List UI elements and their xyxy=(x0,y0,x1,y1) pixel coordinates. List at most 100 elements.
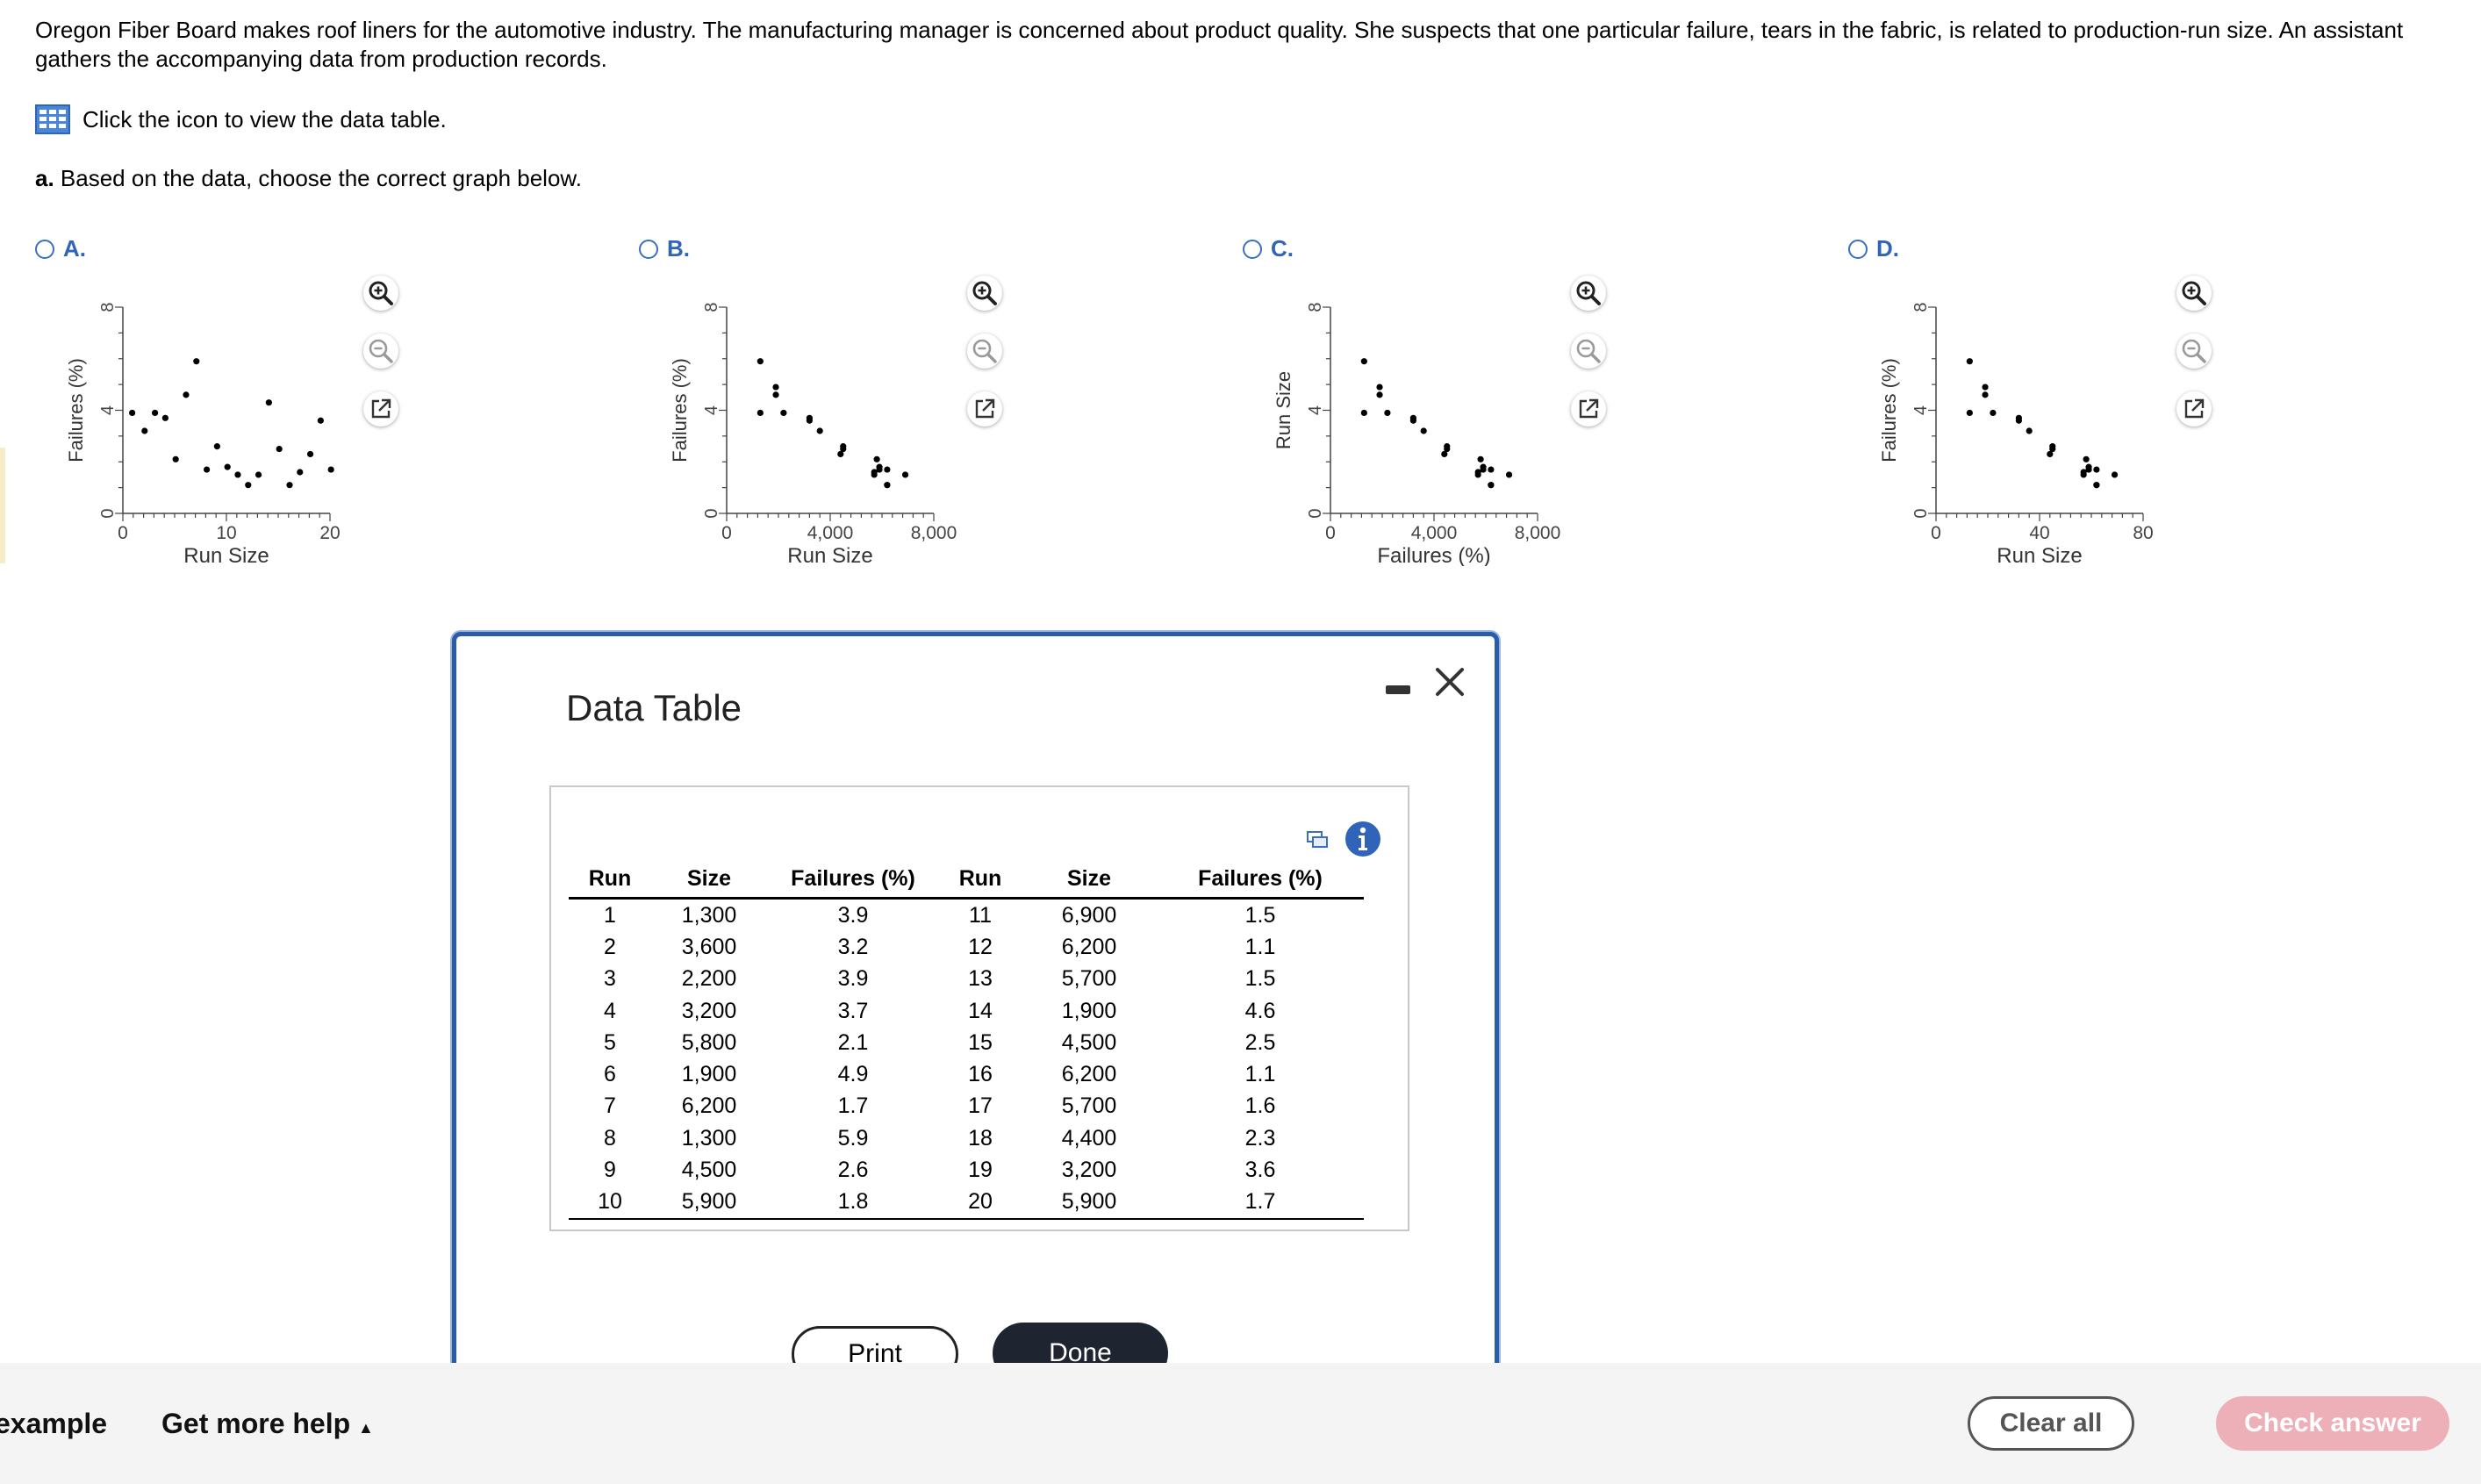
table-row: 8 1,300 5.9 18 4,400 2.3 xyxy=(569,1122,1364,1154)
check-answer-button[interactable]: Check answer xyxy=(2216,1396,2449,1451)
x-tick-label: 0 xyxy=(118,523,128,543)
table-cell: 1.5 xyxy=(1244,902,1276,928)
option-c-radio[interactable]: C. xyxy=(1243,235,1294,262)
table-cell: 16 xyxy=(968,1062,993,1087)
open-external-icon[interactable] xyxy=(2176,391,2212,427)
table-cell: 17 xyxy=(968,1093,993,1119)
data-table: Run Size Failures (%) Run Size Failures … xyxy=(569,864,1364,1220)
zoom-out-icon[interactable] xyxy=(363,333,398,369)
zoom-in-icon[interactable] xyxy=(363,276,398,311)
option-label: D. xyxy=(1876,235,1899,262)
data-point xyxy=(1441,450,1448,458)
y-axis-label: Failures (%) xyxy=(1878,358,1900,462)
header-failures: Failures (%) xyxy=(1157,864,1364,900)
part-a-prompt: a. Based on the data, choose the correct… xyxy=(35,165,582,192)
table-cell: 1.7 xyxy=(837,1093,869,1119)
table-row: 7 6,200 1.7 17 5,700 1.6 xyxy=(569,1091,1364,1122)
table-cell: 12 xyxy=(968,934,993,959)
data-point xyxy=(1982,391,1989,398)
header-run: Run xyxy=(569,864,651,900)
zoom-out-icon[interactable] xyxy=(967,333,1002,369)
data-point xyxy=(2015,417,2022,424)
data-point xyxy=(1982,384,1989,391)
y-tick-label: 0 xyxy=(1911,508,1931,518)
info-icon[interactable] xyxy=(1344,821,1381,857)
get-more-help-button[interactable]: Get more help ▲ xyxy=(161,1408,374,1440)
data-point xyxy=(151,409,159,417)
table-cell: 15 xyxy=(968,1029,993,1055)
graph-tools xyxy=(363,276,398,427)
radio-circle-icon[interactable] xyxy=(1243,239,1262,259)
data-point xyxy=(276,445,283,453)
x-axis-label: Run Size xyxy=(183,544,269,566)
open-external-icon[interactable] xyxy=(1571,391,1606,427)
table-row: 4 3,200 3.7 14 1,900 4.6 xyxy=(569,995,1364,1027)
data-table-link[interactable]: Click the icon to view the data table. xyxy=(35,102,447,137)
zoom-in-icon[interactable] xyxy=(967,276,1002,311)
zoom-in-icon[interactable] xyxy=(1571,276,1606,311)
option-b-radio[interactable]: B. xyxy=(639,235,690,262)
data-point xyxy=(772,391,779,398)
x-tick-label: 40 xyxy=(2029,523,2049,543)
data-point xyxy=(756,358,764,365)
data-point xyxy=(286,482,293,489)
table-cell: 2 xyxy=(604,934,616,959)
option-c-graph: 0 4 8 0 4,000 8,000 Failures (%) Run Size xyxy=(1273,302,1561,566)
zoom-out-icon[interactable] xyxy=(1571,333,1606,369)
option-d-radio[interactable]: D. xyxy=(1848,235,1899,262)
copy-icon[interactable] xyxy=(1306,829,1329,849)
x-tick-label: 10 xyxy=(216,523,236,543)
data-point xyxy=(193,358,200,365)
part-a-label: a. xyxy=(35,165,54,191)
open-external-icon[interactable] xyxy=(363,391,398,427)
table-cell: 20 xyxy=(939,1186,1022,1220)
data-point xyxy=(772,384,779,391)
data-point xyxy=(884,482,891,489)
table-header-row: Run Size Failures (%) Run Size Failures … xyxy=(569,864,1364,900)
option-a-radio[interactable]: A. xyxy=(35,235,86,262)
data-table-container: Run Size Failures (%) Run Size Failures … xyxy=(549,785,1409,1231)
y-tick-label: 8 xyxy=(702,302,721,312)
data-point xyxy=(901,471,909,478)
y-axis-label: Run Size xyxy=(1273,371,1294,449)
y-tick-label: 8 xyxy=(1911,302,1931,312)
table-cell: 1.1 xyxy=(1244,934,1276,959)
open-external-icon[interactable] xyxy=(967,391,1002,427)
clear-all-button[interactable]: Clear all xyxy=(1968,1396,2134,1451)
data-point xyxy=(756,409,764,417)
close-icon[interactable] xyxy=(1431,663,1469,701)
x-tick-label: 80 xyxy=(2133,523,2153,543)
zoom-in-icon[interactable] xyxy=(2176,276,2212,311)
data-point xyxy=(213,443,220,450)
table-cell: 2,200 xyxy=(681,966,737,992)
view-example-link[interactable]: example xyxy=(0,1408,107,1440)
x-tick-label: 20 xyxy=(319,523,340,543)
radio-circle-icon[interactable] xyxy=(35,239,54,259)
data-point xyxy=(2085,466,2092,473)
data-point xyxy=(1376,391,1383,398)
table-cell: 5,700 xyxy=(1061,966,1117,992)
y-tick-label: 0 xyxy=(1306,508,1325,518)
x-tick-label: 8,000 xyxy=(1515,523,1561,543)
table-cell: 2.5 xyxy=(1244,1029,1276,1055)
table-row: 5 5,800 2.1 15 4,500 2.5 xyxy=(569,1027,1364,1058)
data-point xyxy=(141,427,148,434)
table-cell: 3,200 xyxy=(1061,1158,1117,1183)
table-cell: 3.7 xyxy=(837,998,869,1023)
table-cell: 1.1 xyxy=(1244,1062,1276,1087)
y-tick-label: 4 xyxy=(1911,405,1931,415)
data-point xyxy=(2093,482,2100,489)
minimize-icon[interactable] xyxy=(1386,685,1410,694)
zoom-out-icon[interactable] xyxy=(2176,333,2212,369)
table-cell: 6,200 xyxy=(1061,934,1117,959)
table-row: 2 3,600 3.2 12 6,200 1.1 xyxy=(569,931,1364,963)
radio-circle-icon[interactable] xyxy=(1848,239,1868,259)
table-cell: 4.6 xyxy=(1244,998,1276,1023)
table-icon[interactable] xyxy=(35,104,70,134)
part-a-text: Based on the data, choose the correct gr… xyxy=(54,165,582,191)
data-point xyxy=(172,455,179,462)
table-row: 1 1,300 3.9 11 6,900 1.5 xyxy=(569,899,1364,932)
table-cell: 5,900 xyxy=(651,1186,767,1220)
radio-circle-icon[interactable] xyxy=(639,239,658,259)
table-row: 6 1,900 4.9 16 6,200 1.1 xyxy=(569,1058,1364,1090)
